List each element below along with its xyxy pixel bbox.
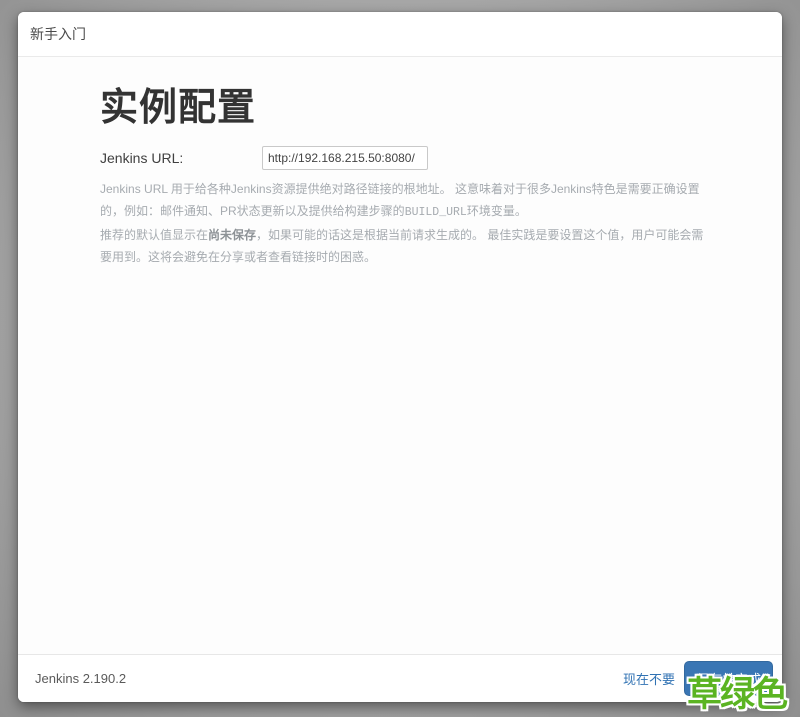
wizard-header: 新手入门 xyxy=(18,12,782,57)
wizard-footer: Jenkins 2.190.2 现在不要 保存并完成 xyxy=(18,654,782,702)
wizard-content: 实例配置 Jenkins URL: Jenkins URL 用于给各种Jenki… xyxy=(18,57,782,654)
page-title: 实例配置 xyxy=(100,84,724,132)
backdrop: { "header": { "title": "新手入门" }, "main":… xyxy=(0,0,800,717)
jenkins-url-input[interactable] xyxy=(262,146,428,170)
description-text: 推荐的默认值显示在 xyxy=(100,228,208,242)
not-now-link[interactable]: 现在不要 xyxy=(623,669,675,688)
setup-wizard-dialog: 新手入门 实例配置 Jenkins URL: Jenkins URL 用于给各种… xyxy=(18,12,782,702)
jenkins-url-label: Jenkins URL: xyxy=(100,150,262,166)
description-paragraph-1: Jenkins URL 用于给各种Jenkins资源提供绝对路径链接的根地址。 … xyxy=(100,178,710,224)
unsaved-emphasis: 尚未保存 xyxy=(208,228,256,242)
description-text: 环境变量。 xyxy=(467,204,527,218)
description-paragraph-2: 推荐的默认值显示在尚未保存，如果可能的话这是根据当前请求生成的。 最佳实践是要设… xyxy=(100,224,710,268)
footer-actions: 现在不要 保存并完成 xyxy=(623,661,773,696)
jenkins-url-description: Jenkins URL 用于给各种Jenkins资源提供绝对路径链接的根地址。 … xyxy=(100,178,710,268)
wizard-header-title: 新手入门 xyxy=(30,24,86,44)
jenkins-version: Jenkins 2.190.2 xyxy=(35,671,126,686)
build-url-code: BUILD_URL xyxy=(405,206,467,219)
save-and-finish-button[interactable]: 保存并完成 xyxy=(684,661,773,696)
jenkins-url-row: Jenkins URL: xyxy=(100,146,724,170)
description-text: Jenkins URL 用于给各种Jenkins资源提供绝对路径链接的根地址。 … xyxy=(100,182,700,218)
